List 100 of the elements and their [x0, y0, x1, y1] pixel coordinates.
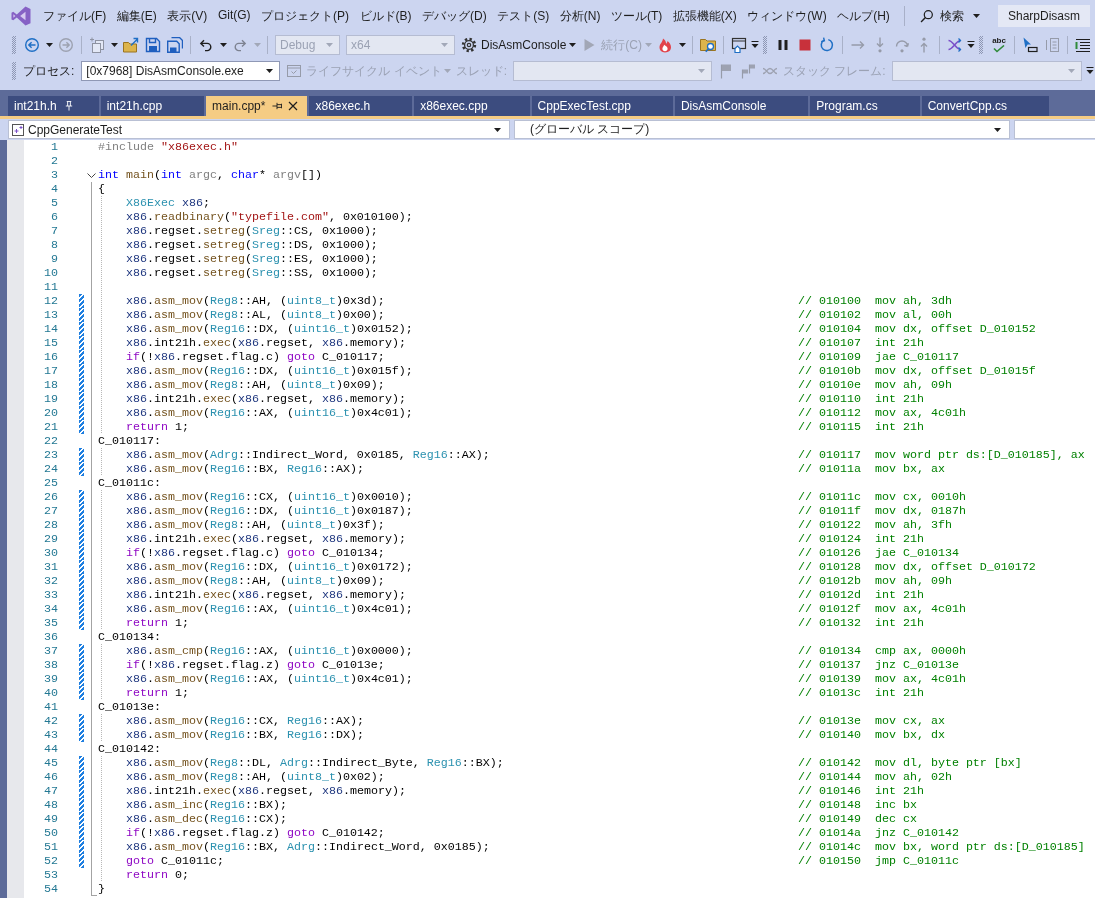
window-icon[interactable] — [731, 37, 748, 53]
menu-item[interactable]: 拡張機能(X) — [672, 7, 737, 25]
code-comment: // 010146 int 21h — [798, 784, 924, 798]
document-tab[interactable]: main.cpp* — [206, 96, 308, 116]
gear-icon — [461, 37, 477, 53]
code-comment: // 010109 jae C_010117 — [798, 350, 959, 364]
menu-item[interactable]: 表示(V) — [167, 7, 208, 25]
line-number: 22 — [44, 434, 58, 448]
app-logo-icon — [11, 6, 31, 26]
code-line: { — [98, 182, 105, 196]
caret-icon[interactable] — [493, 127, 501, 132]
document-tab[interactable]: int21h.h — [8, 96, 99, 116]
pin-icon[interactable] — [63, 101, 74, 111]
code-comment: // 010117 mov word ptr ds:[D_010185], ax — [798, 448, 1085, 462]
menu-item[interactable]: ツール(T) — [611, 7, 663, 25]
menu-item[interactable]: ビルド(B) — [359, 7, 412, 25]
line-number: 14 — [44, 322, 58, 336]
dropdown[interactable] — [1014, 120, 1095, 139]
line-number: 18 — [44, 378, 58, 392]
line-number: 1 — [51, 140, 58, 154]
dropdown[interactable]: [0x7968] DisAsmConsole.exe — [81, 61, 281, 81]
line-number: 31 — [44, 560, 58, 574]
document-tab[interactable]: Program.cs — [810, 96, 920, 116]
code-comment: // 010102 mov al, 00h — [798, 308, 952, 322]
document-tab[interactable]: x86exec.h — [309, 96, 413, 116]
line-number: 19 — [44, 392, 58, 406]
code-line: x86.asm_mov(Reg16::DX, (uint16_t)0x015f); — [126, 364, 413, 378]
document-tab[interactable]: int21h.cpp — [100, 96, 205, 116]
menu-item[interactable]: ファイル(F) — [43, 7, 107, 25]
cursor-icon[interactable] — [1022, 37, 1039, 53]
code-comment: // 010132 int 21h — [798, 616, 924, 630]
code-comment: // 010122 mov ah, 3fh — [798, 518, 952, 532]
code-comment: // 010139 mov ax, 4c01h — [798, 672, 966, 686]
save-icon[interactable] — [145, 37, 161, 53]
folder-icon[interactable] — [123, 37, 139, 53]
menu-item[interactable]: Git(G) — [217, 7, 251, 25]
spell-check-button[interactable]: abc — [991, 37, 1008, 53]
code-line: } — [98, 882, 105, 896]
code-line: C_01013e: — [98, 700, 161, 714]
caret-icon[interactable] — [568, 43, 576, 47]
code-line: x86.int21h.exec(x86.regset, x86.memory); — [126, 588, 406, 602]
search-button[interactable]: 検索 — [920, 7, 982, 25]
pin-icon[interactable] — [272, 101, 283, 111]
line-number: 15 — [44, 336, 58, 350]
caret-icon[interactable] — [265, 69, 273, 73]
caret-icon[interactable] — [219, 43, 227, 47]
document-tab[interactable]: x86exec.cpp — [414, 96, 530, 116]
folder-search-icon[interactable] — [700, 37, 717, 53]
caret-icon[interactable] — [45, 43, 53, 47]
code-line: x86.regset.setreg(Sreg::CS, 0x1000); — [126, 224, 378, 238]
start-button[interactable]: DisAsmConsole — [461, 35, 567, 55]
document-tab[interactable]: CppExecTest.cpp — [531, 96, 673, 116]
code-line: x86.asm_mov(Reg8::AL, (uint8_t)0x00); — [126, 308, 385, 322]
save-all-icon[interactable] — [167, 37, 183, 53]
code-line: x86.asm_mov(Reg16::DX, (uint16_t)0x0152); — [126, 322, 413, 336]
grip-icon[interactable] — [979, 36, 984, 54]
line-number: 24 — [44, 462, 58, 476]
stop-icon[interactable] — [797, 37, 814, 53]
menu-item[interactable]: ウィンドウ(W) — [747, 7, 827, 25]
flame-icon[interactable] — [657, 37, 674, 53]
menu-item[interactable]: デバッグ(D) — [422, 7, 487, 25]
code-line: x86.asm_mov(Reg16::CX, Reg16::AX); — [126, 714, 364, 728]
code-line: x86.asm_mov(Reg8::DL, Adrg::Indirect_Byte, Reg16::BX); — [126, 756, 504, 770]
menu-item[interactable]: テスト(S) — [497, 7, 550, 25]
dropdown[interactable]: (グローバル スコープ) — [514, 120, 1010, 139]
code-comment: // 010107 int 21h — [798, 336, 924, 350]
overflow-icon[interactable] — [1086, 67, 1094, 75]
menu-item[interactable]: 分析(N) — [559, 7, 601, 25]
overflow-icon[interactable] — [967, 41, 976, 49]
grip-icon[interactable] — [12, 36, 16, 54]
document-tab[interactable]: DisAsmConsole — [674, 96, 809, 116]
line-number: 10 — [44, 266, 58, 280]
crossed-arrows-icon[interactable] — [947, 37, 964, 53]
overflow-icon[interactable] — [751, 41, 760, 49]
chevron-icon[interactable] — [87, 172, 96, 178]
code-comment: // 010124 int 21h — [798, 532, 924, 546]
code-line: x86.asm_inc(Reg16::BX); — [126, 798, 287, 812]
caret-icon[interactable] — [110, 43, 118, 47]
grip-icon[interactable] — [12, 62, 16, 80]
document-tab[interactable]: ConvertCpp.cs — [921, 96, 1050, 116]
close-icon[interactable] — [288, 101, 299, 111]
dropdown[interactable]: CppGenerateTest — [8, 120, 510, 139]
restart-icon[interactable] — [819, 37, 836, 53]
line-number: 35 — [44, 616, 58, 630]
code-line: return 1; — [126, 616, 189, 630]
grip-icon[interactable] — [763, 36, 768, 54]
menu-item[interactable]: プロジェクト(P) — [261, 7, 350, 25]
caret-icon[interactable] — [678, 43, 686, 47]
menu-item[interactable]: 編集(E) — [116, 7, 157, 25]
lines-icon[interactable] — [1075, 37, 1092, 53]
code-line: goto C_01011c; — [126, 854, 224, 868]
code-comment: // 010126 jae C_010134 — [798, 546, 959, 560]
line-number: 54 — [44, 882, 58, 896]
undo-icon[interactable] — [198, 37, 214, 53]
code-line: x86.asm_mov(Reg8::AH, (uint8_t)0x09); — [126, 378, 385, 392]
code-comment: // 01013e mov cx, ax — [798, 714, 945, 728]
caret-icon — [972, 14, 980, 18]
caret-icon[interactable] — [993, 127, 1001, 132]
line-number: 40 — [44, 686, 58, 700]
menu-item[interactable]: ヘルプ(H) — [837, 7, 890, 25]
